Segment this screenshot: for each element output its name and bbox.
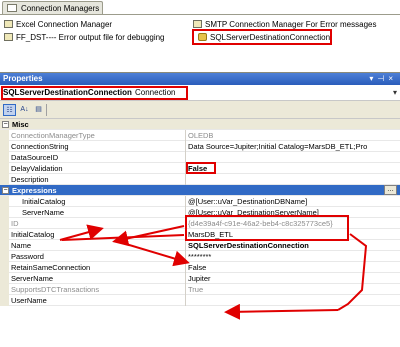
properties-window: Properties ▾⊣× SQLServerDestinationConne… xyxy=(0,72,400,347)
pin-icon[interactable]: ⊣ xyxy=(377,74,388,83)
property-label: ConnectionManagerType xyxy=(11,131,95,140)
property-label: InitialCatalog xyxy=(11,230,55,239)
property-value: True xyxy=(188,285,204,294)
connection-managers-icon xyxy=(7,4,17,12)
category-label: Misc xyxy=(12,120,29,129)
property-pages-icon[interactable]: ▤ xyxy=(32,104,45,116)
property-label: ID xyxy=(11,219,19,228)
flatfile-connection-icon xyxy=(4,33,13,41)
property-label: Name xyxy=(11,241,32,250)
property-label: DelayValidation xyxy=(11,164,63,173)
property-label: InitialCatalog xyxy=(22,197,66,206)
connection-managers-list: Excel Connection Manager SMTP Connection… xyxy=(0,14,400,64)
property-row[interactable]: ConnectionString Data Source=Jupiter;Ini… xyxy=(0,141,400,152)
property-value[interactable]: @[User::uVar_DestinationDBName] xyxy=(188,197,398,206)
connection-item-label: Excel Connection Manager xyxy=(16,20,113,29)
excel-connection-icon xyxy=(4,20,13,28)
category-misc[interactable]: − Misc xyxy=(0,119,400,130)
smtp-connection-icon xyxy=(193,20,202,28)
property-label: DataSourceID xyxy=(11,153,59,162)
property-row[interactable]: Password ******** xyxy=(0,251,400,262)
property-value: {d4e39a4f-c91e-46a2-beb4-c8c325773ce5} xyxy=(188,219,333,228)
property-row[interactable]: RetainSameConnection False xyxy=(0,262,400,273)
property-label: ServerName xyxy=(11,274,54,283)
property-row[interactable]: Description xyxy=(0,174,400,185)
connection-item-label: FF_DST---- Error output file for debuggi… xyxy=(16,33,165,42)
connection-item-flatfile[interactable]: FF_DST---- Error output file for debuggi… xyxy=(4,33,165,42)
tab-connection-managers[interactable]: Connection Managers xyxy=(2,1,103,14)
property-value[interactable]: MarsDB_ETL xyxy=(188,230,398,239)
connection-item-label: SMTP Connection Manager For Error messag… xyxy=(205,20,377,29)
property-value[interactable]: False xyxy=(188,164,398,173)
alphabetical-icon[interactable]: A↓ xyxy=(18,104,31,116)
property-row[interactable]: ID {d4e39a4f-c91e-46a2-beb4-c8c325773ce5… xyxy=(0,218,400,229)
connection-item-excel[interactable]: Excel Connection Manager xyxy=(4,20,112,29)
category-label: Expressions xyxy=(12,186,57,195)
property-label: ServerName xyxy=(22,208,65,217)
tab-connection-managers-label: Connection Managers xyxy=(21,4,100,13)
property-label: UserName xyxy=(11,296,47,305)
property-row[interactable]: Name SQLServerDestinationConnection xyxy=(0,240,400,251)
property-row[interactable]: UserName xyxy=(0,295,400,306)
ellipsis-button[interactable]: … xyxy=(384,185,397,195)
property-row[interactable]: InitialCatalog @[User::uVar_DestinationD… xyxy=(0,196,400,207)
close-icon[interactable]: × xyxy=(388,74,397,83)
property-value: OLEDB xyxy=(188,131,214,140)
categorized-icon[interactable]: ☷ xyxy=(3,104,16,116)
property-label: RetainSameConnection xyxy=(11,263,91,272)
highlight-box-object xyxy=(1,86,188,100)
object-selector[interactable]: SQLServerDestinationConnection Connectio… xyxy=(0,85,400,101)
property-value[interactable]: Jupiter xyxy=(188,274,398,283)
property-row[interactable]: ConnectionManagerType OLEDB xyxy=(0,130,400,141)
window-controls: ▾⊣× xyxy=(369,74,397,83)
highlight-box-delay-validation xyxy=(186,162,216,174)
connection-managers-pane: Connection Managers Excel Connection Man… xyxy=(0,0,400,66)
toolbar-divider xyxy=(46,104,47,116)
property-value[interactable]: @[User::uVar_DestinationServerName] xyxy=(188,208,398,217)
property-value[interactable]: ******** xyxy=(188,252,398,261)
property-row[interactable]: DelayValidation False xyxy=(0,162,400,174)
chevron-down-icon[interactable]: ▾ xyxy=(393,88,397,97)
category-expressions[interactable]: − Expressions … xyxy=(0,185,400,196)
property-value[interactable]: SQLServerDestinationConnection xyxy=(188,241,398,250)
property-row[interactable]: SupportsDTCTransactions True xyxy=(0,284,400,295)
property-label: Description xyxy=(11,175,49,184)
property-label: Password xyxy=(11,252,44,261)
properties-title: Properties xyxy=(3,74,43,83)
property-grid: − Misc ConnectionManagerType OLEDB Conne… xyxy=(0,119,400,306)
property-row[interactable]: InitialCatalog MarsDB_ETL xyxy=(0,229,400,240)
property-label: SupportsDTCTransactions xyxy=(11,285,100,294)
property-value[interactable]: False xyxy=(188,263,398,272)
property-row[interactable]: ServerName @[User::uVar_DestinationServe… xyxy=(0,207,400,218)
properties-title-bar: Properties ▾⊣× xyxy=(0,73,400,85)
collapse-icon[interactable]: − xyxy=(2,121,9,128)
properties-toolbar: ☷ A↓ ▤ xyxy=(0,101,400,119)
property-row[interactable]: ServerName Jupiter xyxy=(0,273,400,284)
highlight-box-connection xyxy=(192,29,332,45)
connection-item-smtp[interactable]: SMTP Connection Manager For Error messag… xyxy=(193,20,376,29)
collapse-icon[interactable]: − xyxy=(2,187,9,194)
property-value[interactable]: Data Source=Jupiter;Initial Catalog=Mars… xyxy=(188,142,398,151)
property-label: ConnectionString xyxy=(11,142,69,151)
